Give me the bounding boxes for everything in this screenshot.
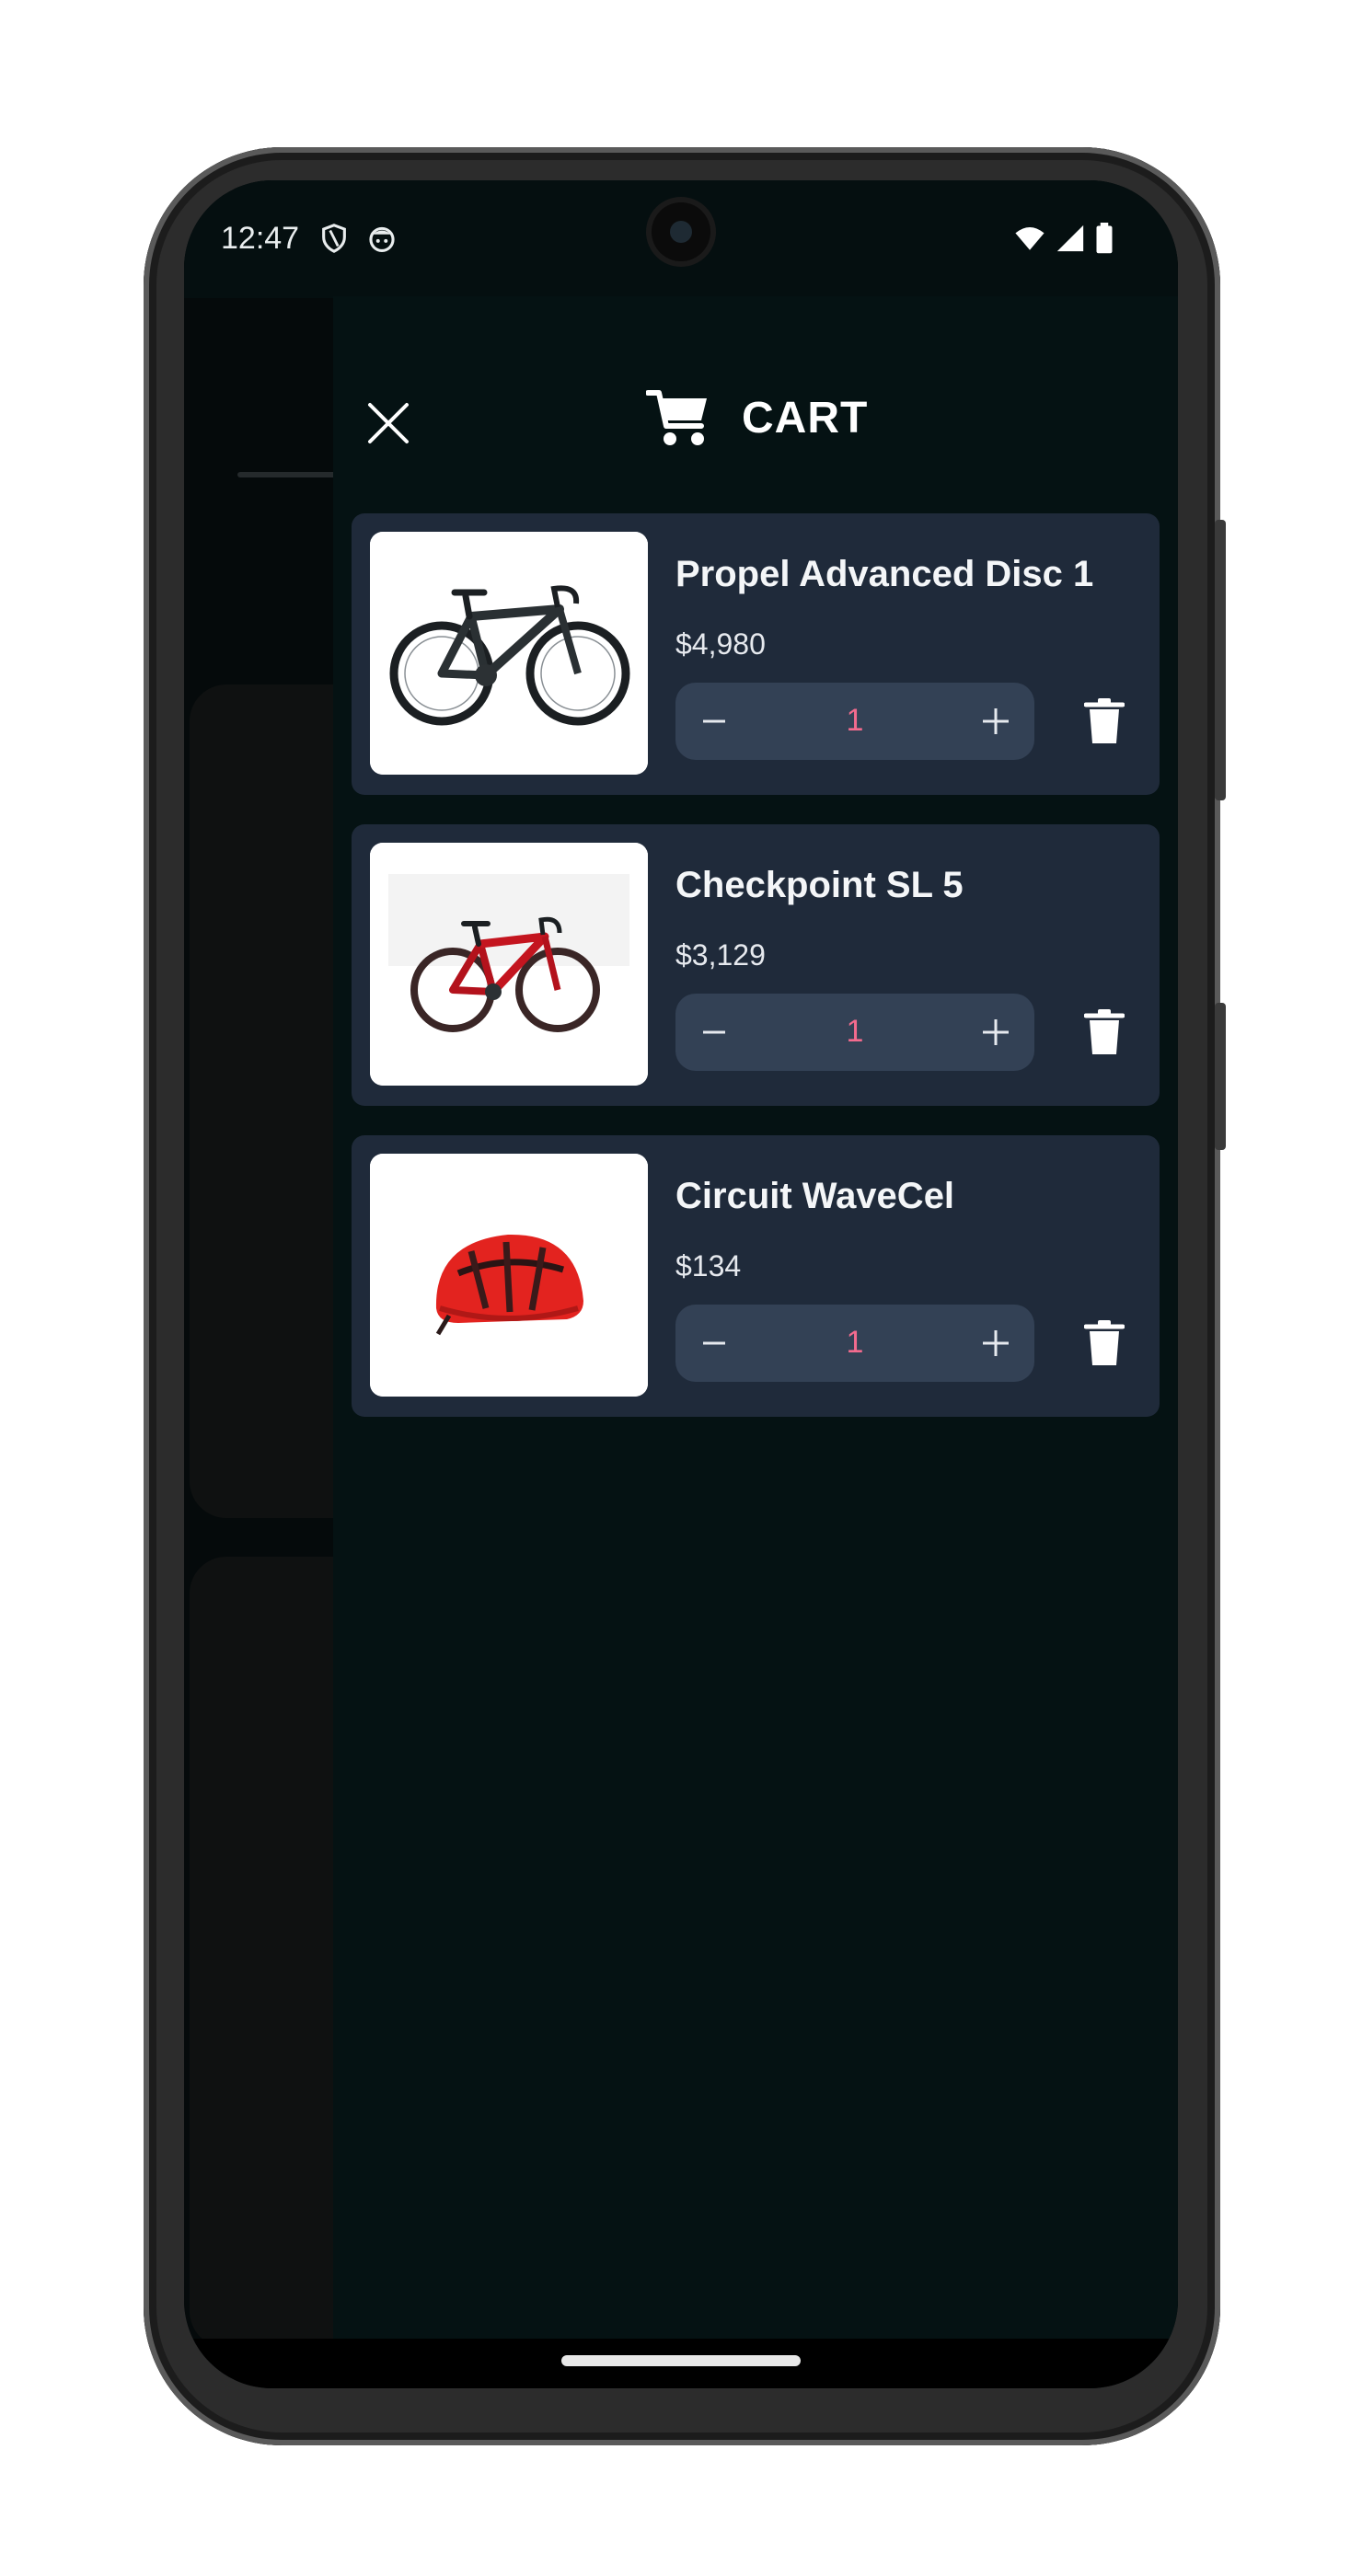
product-image[interactable] [370, 532, 648, 775]
battery-icon [1096, 223, 1113, 254]
cart-icon [646, 390, 707, 445]
plus-icon[interactable] [961, 683, 1031, 760]
quantity-stepper: 1 [675, 994, 1034, 1071]
quantity-stepper: 1 [675, 1305, 1034, 1382]
gravel-bike-image [370, 843, 648, 1086]
home-gesture-handle[interactable] [561, 2355, 801, 2366]
product-name: Circuit WaveCel [675, 1176, 955, 1216]
minus-icon[interactable] [679, 994, 749, 1071]
product-image[interactable] [370, 843, 648, 1086]
cell-signal-icon [1056, 224, 1084, 252]
shield-icon [322, 224, 346, 253]
status-time: 12:47 [221, 221, 300, 256]
product-price: $4,980 [675, 627, 766, 661]
plus-icon[interactable] [961, 1305, 1031, 1382]
close-icon[interactable] [361, 396, 416, 451]
trash-icon[interactable] [1084, 1319, 1125, 1367]
minus-icon[interactable] [679, 683, 749, 760]
cart-header: CART [646, 381, 868, 454]
cart-items-list: Propel Advanced Disc 1 $4,980 1 Checkpoi… [352, 513, 1160, 1446]
helmet-image [370, 1154, 648, 1397]
cat-face-icon [369, 226, 395, 253]
screen: 12:47 CART Propel Advanced Disc 1 $4,980… [184, 180, 1178, 2388]
product-name: Propel Advanced Disc 1 [675, 554, 1094, 594]
product-name: Checkpoint SL 5 [675, 865, 964, 905]
product-price: $134 [675, 1249, 742, 1282]
front-camera [652, 202, 710, 261]
quantity-value: 1 [846, 703, 864, 738]
trash-icon[interactable] [1084, 697, 1125, 745]
product-image[interactable] [370, 1154, 648, 1397]
status-bar: 12:47 [184, 180, 1178, 298]
quantity-value: 1 [846, 1325, 864, 1360]
minus-icon[interactable] [679, 1305, 749, 1382]
cart-item: Checkpoint SL 5 $3,129 1 [352, 824, 1160, 1106]
wifi-icon [1015, 226, 1045, 250]
quantity-value: 1 [846, 1014, 864, 1049]
cart-item: Propel Advanced Disc 1 $4,980 1 [352, 513, 1160, 795]
quantity-stepper: 1 [675, 683, 1034, 760]
power-button [1215, 520, 1226, 800]
trash-icon[interactable] [1084, 1008, 1125, 1056]
plus-icon[interactable] [961, 994, 1031, 1071]
cart-title: CART [742, 393, 869, 443]
cart-item: Circuit WaveCel $134 1 [352, 1135, 1160, 1417]
volume-button [1215, 1003, 1226, 1150]
cart-drawer: CART Propel Advanced Disc 1 $4,980 1 Che… [333, 296, 1178, 2342]
road-bike-image [370, 532, 648, 775]
product-price: $3,129 [675, 938, 766, 972]
